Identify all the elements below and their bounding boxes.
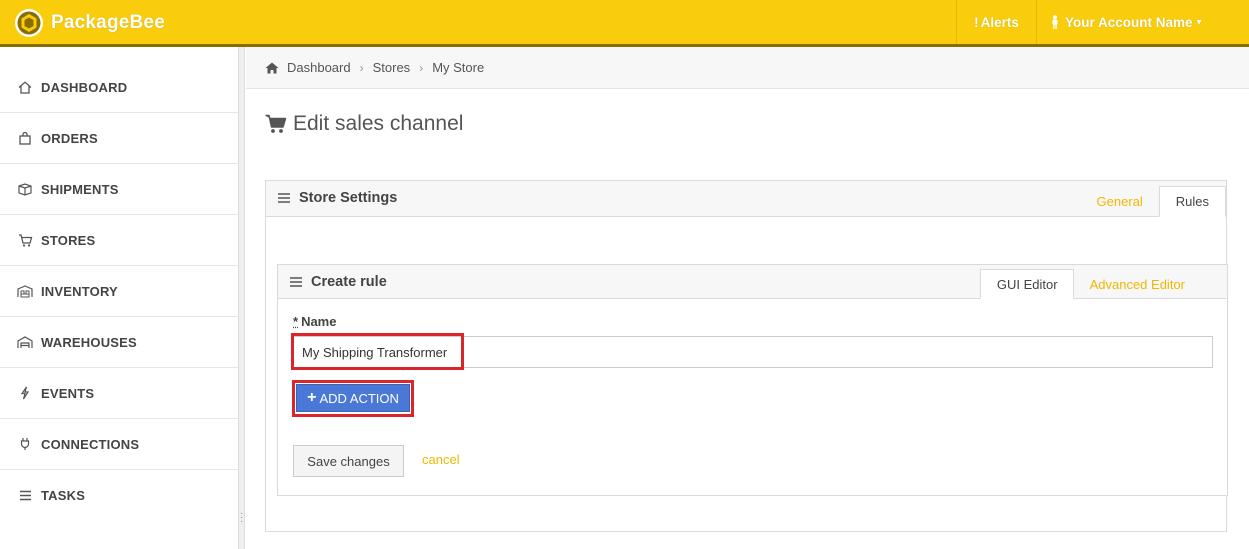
main-content: Dashboard › Stores › My Store Edit sales… [246,47,1249,549]
home-icon [16,80,34,96]
sidebar-item-label: STORES [41,232,96,248]
add-action-button[interactable]: + ADD ACTION [296,384,410,412]
packagebee-logo-icon [15,9,43,37]
chevron-right-icon: › [359,60,364,75]
add-action-label: ADD ACTION [319,390,399,406]
page-title: Edit sales channel [265,112,463,136]
sidebar-item-connections[interactable]: CONNECTIONS [0,419,238,470]
rule-name-input[interactable] [293,336,1213,368]
inventory-icon [16,283,34,299]
store-settings-title-text: Store Settings [299,190,398,206]
warehouse-icon [16,334,34,350]
page-title-text: Edit sales channel [293,112,464,135]
store-settings-panel: Store Settings General Rules Create rule… [265,180,1228,532]
create-rule-header: Create rule GUI Editor Advanced Editor [278,265,1227,299]
list-icon [16,488,34,504]
sidebar-item-shipments[interactable]: SHIPMENTS [0,164,238,215]
save-changes-button[interactable]: Save changes [293,445,404,477]
bars-icon [290,277,302,287]
package-icon [16,181,34,197]
tab-advanced-editor[interactable]: Advanced Editor [1074,269,1200,299]
sidebar: DASHBOARD ORDERS SHIPMENTS STORES INVENT… [0,47,238,549]
sidebar-item-label: SHIPMENTS [41,181,119,197]
sidebar-item-inventory[interactable]: INVENTORY [0,266,238,317]
sidebar-splitter[interactable] [238,47,245,549]
sidebar-item-label: ORDERS [41,130,98,146]
required-mark: * [293,314,299,329]
account-menu[interactable]: Your Account Name ▾ [1036,0,1249,44]
alerts-label: Alerts [980,14,1019,30]
brand[interactable]: PackageBee [14,8,165,38]
editor-tabs: GUI Editor Advanced Editor [979,269,1200,299]
sidebar-item-label: INVENTORY [41,283,118,299]
sidebar-item-orders[interactable]: ORDERS [0,113,238,164]
sidebar-item-warehouses[interactable]: WAREHOUSES [0,317,238,368]
sidebar-item-stores[interactable]: STORES [0,215,238,266]
exclamation-icon: ! [974,14,979,30]
tab-general[interactable]: General [1081,186,1159,217]
breadcrumb: Dashboard › Stores › My Store [246,47,1249,89]
caret-down-icon: ▾ [1196,16,1202,28]
plus-icon: + [307,389,317,406]
create-rule-title-text: Create rule [311,274,387,290]
name-label: * Name [293,314,336,329]
store-settings-title: Store Settings [278,190,397,206]
sidebar-item-events[interactable]: EVENTS [0,368,238,419]
sidebar-item-label: CONNECTIONS [41,436,140,452]
name-label-text: Name [301,314,337,329]
breadcrumb-current: My Store [432,60,485,75]
drag-handle-icon[interactable]: · · · [240,509,243,527]
sidebar-item-dashboard[interactable]: DASHBOARD [0,47,238,113]
user-icon [1052,15,1058,29]
alerts-menu[interactable]: ! Alerts [956,0,1036,44]
tab-rules[interactable]: Rules [1158,186,1226,217]
bolt-icon [16,385,34,401]
sidebar-item-label: EVENTS [41,385,95,401]
sidebar-item-label: DASHBOARD [41,80,128,95]
brand-name: PackageBee [51,12,165,33]
sidebar-item-tasks[interactable]: TASKS [0,470,238,521]
shopping-cart-icon [265,114,287,133]
tab-gui-editor[interactable]: GUI Editor [979,269,1074,299]
store-settings-tabs: General Rules [1081,186,1226,217]
chevron-right-icon: › [419,60,424,75]
sidebar-item-label: WAREHOUSES [41,334,137,350]
sidebar-item-label: TASKS [41,488,86,503]
account-name: Your Account Name [1065,14,1193,30]
store-settings-header: Store Settings General Rules [266,181,1226,217]
shopping-bag-icon [16,130,34,146]
breadcrumb-stores[interactable]: Stores [373,60,411,75]
home-icon [265,62,279,73]
header-nav: ! Alerts Your Account Name ▾ [956,0,1249,44]
plug-icon [16,436,34,452]
cart-icon [16,232,34,248]
create-rule-panel: Create rule GUI Editor Advanced Editor *… [277,264,1228,496]
breadcrumb-dashboard[interactable]: Dashboard [287,60,351,75]
cancel-link[interactable]: cancel [422,452,460,467]
bars-icon [278,193,290,203]
top-navbar: PackageBee ! Alerts Your Account Name ▾ [0,0,1249,47]
create-rule-title: Create rule [290,274,387,290]
